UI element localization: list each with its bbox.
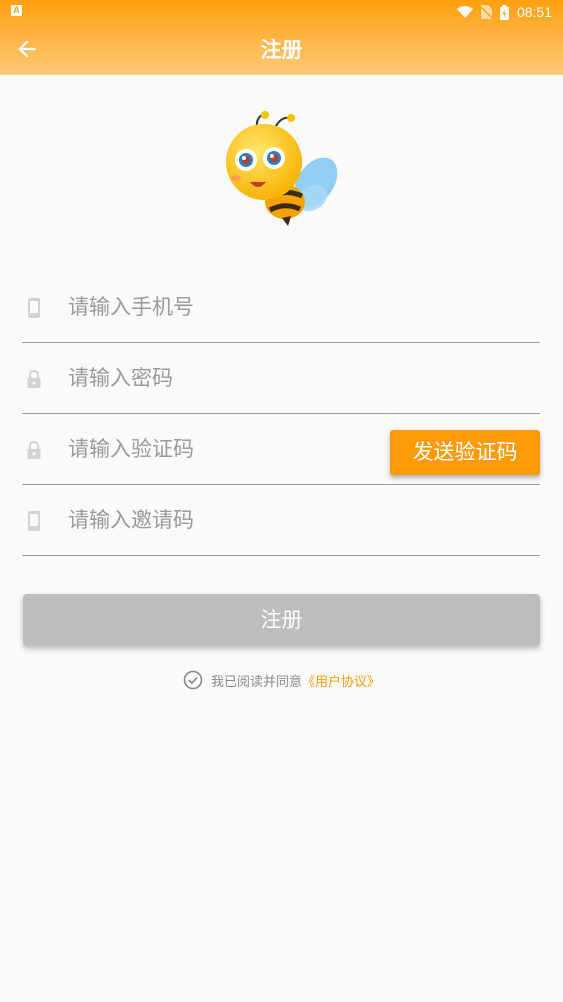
status-bar: A 08:51 [0,0,563,24]
invite-code-input[interactable] [68,500,378,540]
phone-icon [28,511,40,531]
app-notification-icon: A [11,5,22,16]
lock-icon [27,369,41,388]
status-right: 08:51 [456,3,552,21]
register-button[interactable]: 注册 [23,594,540,646]
phone-field [22,271,540,343]
lock-icon [27,440,41,459]
battery-icon [499,4,509,20]
page-title: 注册 [260,38,303,62]
phone-input[interactable] [68,287,378,327]
no-sim-icon [480,5,492,19]
app-header: A 08:51 注册 [0,0,563,75]
phone-icon [28,298,40,318]
password-input[interactable] [68,358,378,398]
agreement-text: 我已阅读并同意《用户协议》 [211,671,380,690]
status-time: 08:51 [516,4,552,20]
invite-code-field [22,484,540,556]
agreement-row: 我已阅读并同意《用户协议》 [0,668,563,692]
send-code-button[interactable]: 发送验证码 [390,430,540,475]
check-circle-icon[interactable] [183,670,203,690]
agreement-prefix: 我已阅读并同意 [210,674,302,690]
user-agreement-link[interactable]: 《用户协议》 [302,675,380,690]
password-field [22,342,540,414]
bee-mascot [226,111,338,226]
verification-code-input[interactable] [68,429,378,469]
wifi-icon [456,5,473,18]
